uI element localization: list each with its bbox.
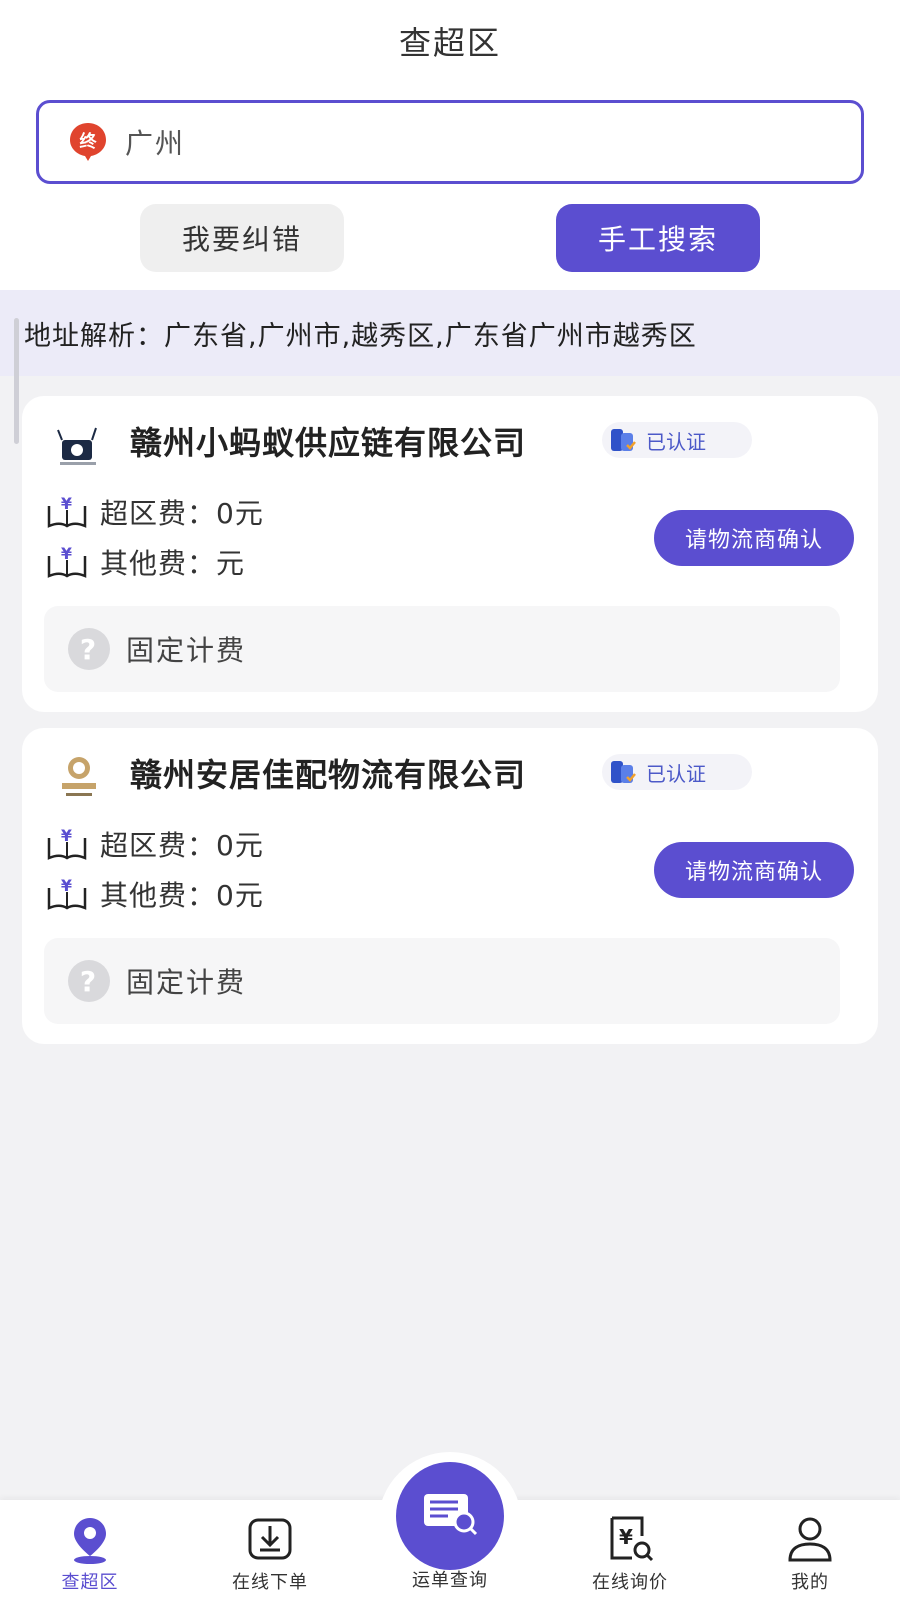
address-parse-bar: 地址解析：广东省,广州市,越秀区,广东省广州市越秀区 xyxy=(0,290,900,376)
fixed-pricing-label: 固定计费 xyxy=(126,634,247,667)
tab-label: 查超区 xyxy=(61,1572,119,1593)
question-icon: ? xyxy=(68,628,110,670)
svg-text:¥: ¥ xyxy=(61,544,73,563)
company-name: 赣州小蚂蚁供应链有限公司 xyxy=(130,424,527,462)
company-logo xyxy=(52,750,106,804)
terminal-location-icon: 终 xyxy=(67,121,109,163)
company-name: 赣州安居佳配物流有限公司 xyxy=(130,756,527,794)
page-title: 查超区 xyxy=(398,24,501,62)
location-pin-icon xyxy=(62,1514,118,1566)
yuan-book-icon: ¥ xyxy=(46,494,88,530)
svg-text:¥: ¥ xyxy=(61,876,73,895)
svg-text:¥: ¥ xyxy=(61,494,73,513)
tab-online-order[interactable]: 在线下单 xyxy=(180,1500,360,1600)
svg-text:¥: ¥ xyxy=(61,826,73,845)
confirm-carrier-button[interactable]: 请物流商确认 xyxy=(654,510,854,566)
svg-text:¥: ¥ xyxy=(619,1525,633,1549)
download-box-icon xyxy=(242,1514,298,1566)
tab-label: 我的 xyxy=(791,1572,829,1593)
other-fee-text: 其他费：0元 xyxy=(100,879,264,912)
fixed-pricing-box[interactable]: ? 固定计费 xyxy=(44,606,840,692)
fixed-pricing-label: 固定计费 xyxy=(126,966,247,999)
area-fee-text: 超区费：0元 xyxy=(100,497,264,530)
user-profile-icon xyxy=(782,1514,838,1566)
verified-label: 已认证 xyxy=(646,761,706,786)
waybill-search-icon xyxy=(418,1488,482,1544)
result-card: 赣州安居佳配物流有限公司 已认证 ¥ 超区费：0元 ¥ 其他费：0元 请物流商确… xyxy=(22,728,878,1044)
search-input[interactable]: 终 广州 xyxy=(36,100,864,184)
manual-search-button[interactable]: 手工搜索 xyxy=(556,204,760,272)
verified-label: 已认证 xyxy=(646,429,706,454)
yuan-book-icon: ¥ xyxy=(46,826,88,862)
area-fee-row: ¥ 超区费：0元 xyxy=(46,824,264,864)
yuan-book-icon: ¥ xyxy=(46,876,88,912)
tab-online-quote[interactable]: ¥ 在线询价 xyxy=(540,1500,720,1600)
verified-badge: 已认证 xyxy=(602,422,752,458)
fixed-pricing-box[interactable]: ? 固定计费 xyxy=(44,938,840,1024)
question-icon: ? xyxy=(68,960,110,1002)
verified-badge: 已认证 xyxy=(602,754,752,790)
verified-shield-icon xyxy=(608,757,638,787)
tab-label: 在线下单 xyxy=(232,1572,308,1593)
confirm-carrier-button[interactable]: 请物流商确认 xyxy=(654,842,854,898)
other-fee-text: 其他费：元 xyxy=(100,547,246,580)
report-error-button[interactable]: 我要纠错 xyxy=(140,204,344,272)
svg-text:终: 终 xyxy=(80,131,98,152)
yuan-book-icon: ¥ xyxy=(46,544,88,580)
tab-waybill-query-label[interactable]: 运单查询 xyxy=(360,1566,540,1592)
result-card: 赣州小蚂蚁供应链有限公司 已认证 ¥ 超区费：0元 ¥ 其他费：元 请物流商确认… xyxy=(22,396,878,712)
price-inquiry-icon: ¥ xyxy=(602,1514,658,1566)
tab-mine[interactable]: 我的 xyxy=(720,1500,900,1600)
company-logo xyxy=(52,418,106,472)
tab-check-area[interactable]: 查超区 xyxy=(0,1500,180,1600)
other-fee-row: ¥ 其他费：元 xyxy=(46,542,245,582)
scrollbar[interactable] xyxy=(14,318,19,444)
other-fee-row: ¥ 其他费：0元 xyxy=(46,874,264,914)
waybill-search-button[interactable] xyxy=(396,1462,504,1570)
address-parse-text: 地址解析：广东省,广州市,越秀区,广东省广州市越秀区 xyxy=(24,320,697,352)
search-value: 广州 xyxy=(125,127,186,160)
verified-shield-icon xyxy=(608,425,638,455)
area-fee-row: ¥ 超区费：0元 xyxy=(46,492,264,532)
area-fee-text: 超区费：0元 xyxy=(100,829,264,862)
tab-label: 在线询价 xyxy=(592,1572,668,1593)
